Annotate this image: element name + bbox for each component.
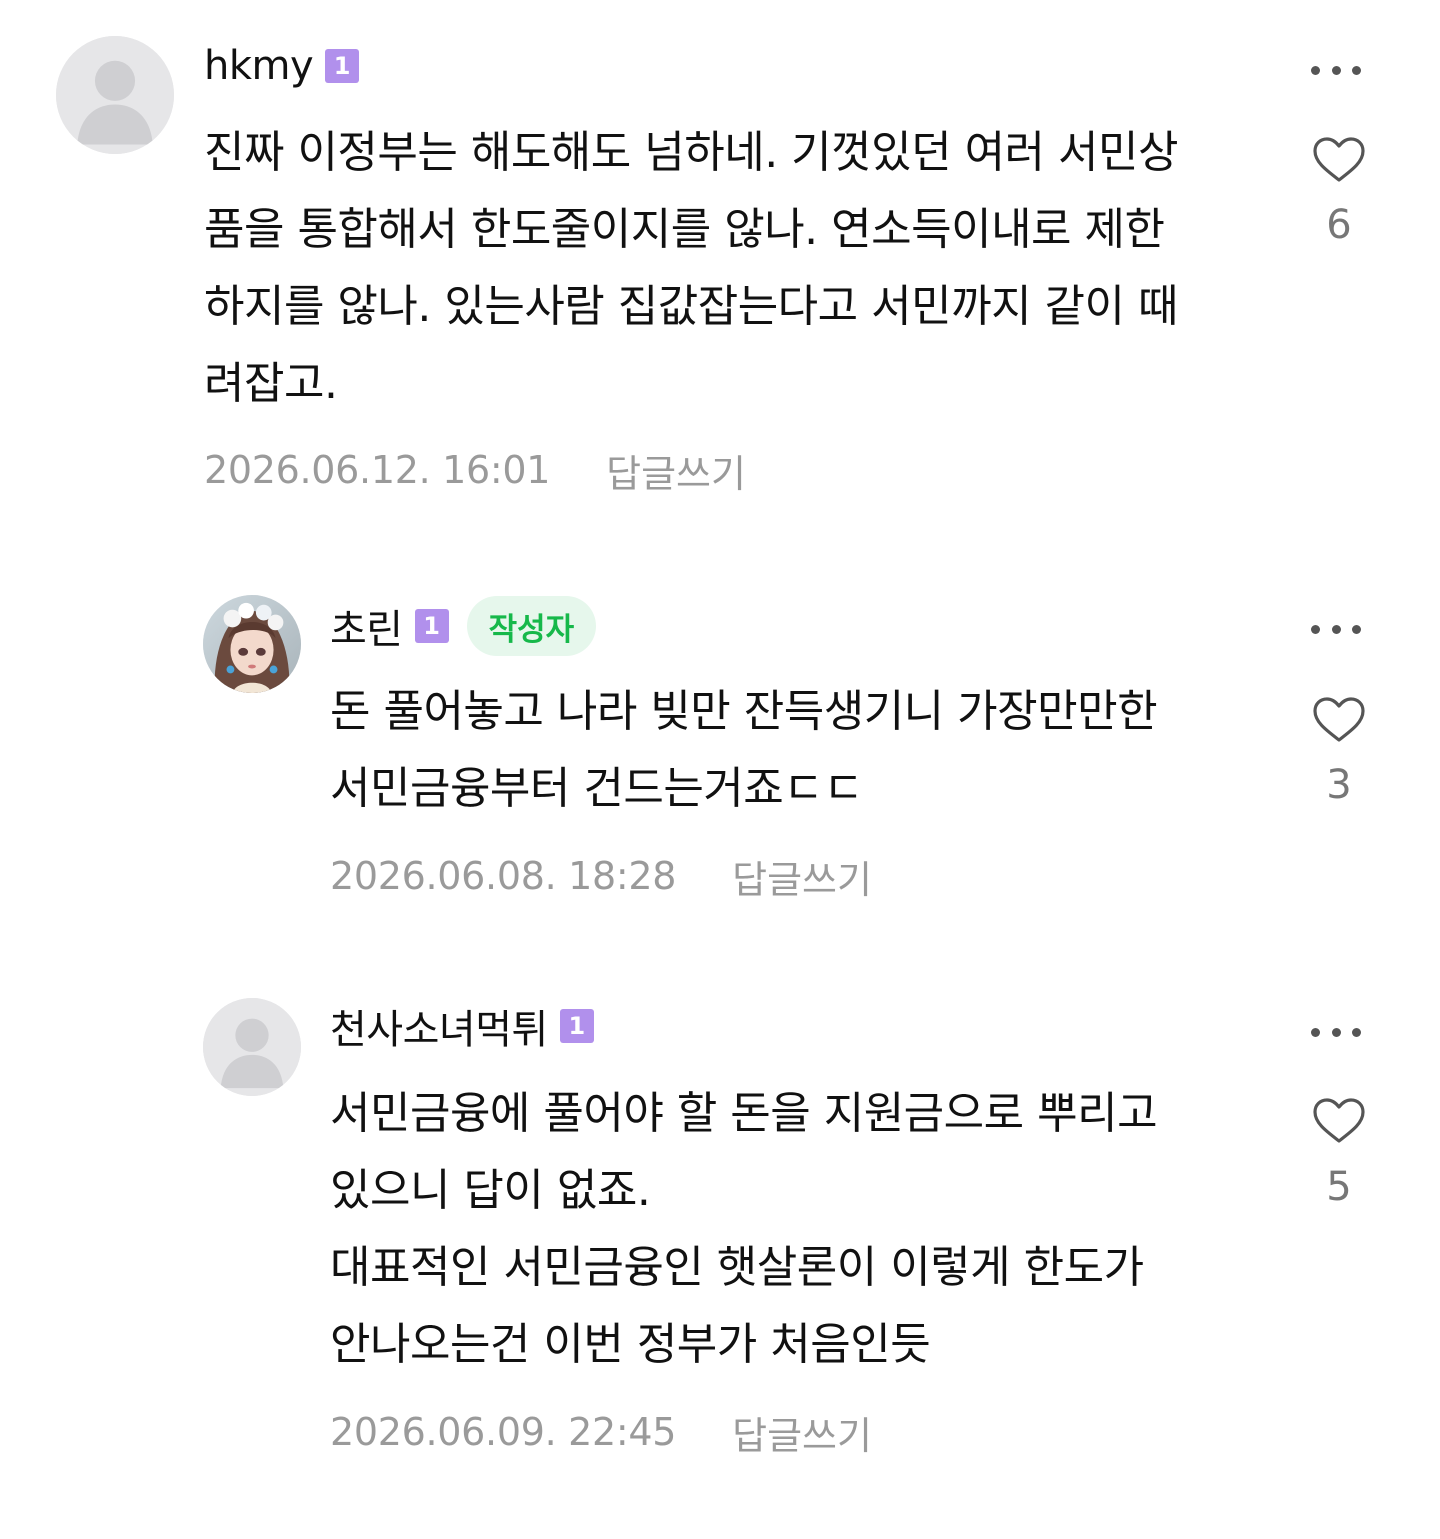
comment-text: 서민금융에 풀어야 할 돈을 지원금으로 뿌리고 있으니 답이 없죠. 대표적인… [330,1075,1158,1383]
comment-text-line: 있으니 답이 없죠. [330,1165,651,1216]
default-avatar-icon[interactable] [203,998,301,1096]
more-options-button[interactable] [1311,1017,1361,1047]
level-badge: 1 [559,1009,594,1043]
comment-text-line: 대표적인 서민금융인 햇살론이 이렇게 한도가 [330,1242,1144,1293]
comment-timestamp: 2026.06.09. 22:45 [330,1410,677,1454]
comment-text-line: 서민금융에 풀어야 할 돈을 지원금으로 뿌리고 [330,1088,1158,1139]
comment-text-line: 안나오는건 이번 정부가 처음인듯 [330,1319,931,1370]
like-count: 5 [1326,1164,1352,1210]
reply-button[interactable]: 답글쓰기 [732,1405,872,1460]
reply-comment-item: 천사소녀먹튀 1 서민금융에 풀어야 할 돈을 지원금으로 뿌리고 있으니 답이… [0,0,1440,1539]
comment-username[interactable]: 천사소녀먹튀 [330,997,548,1055]
like-heart-icon[interactable] [1312,1097,1366,1145]
